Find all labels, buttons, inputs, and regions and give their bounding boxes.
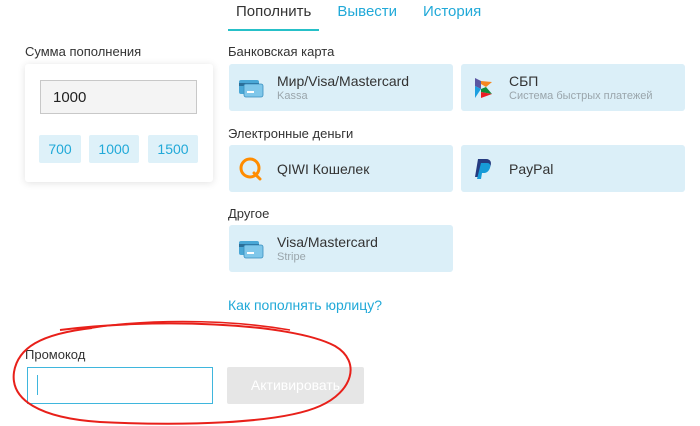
preset-1500-button[interactable]: 1500 <box>148 135 198 163</box>
preset-1000-button[interactable]: 1000 <box>89 135 139 163</box>
tab-bar: Пополнить Вывести История <box>228 0 489 32</box>
tab-withdraw[interactable]: Вывести <box>329 0 405 24</box>
method-paypal[interactable]: PayPal <box>461 145 685 192</box>
method-subtitle: Kassa <box>277 90 308 102</box>
amount-input[interactable] <box>40 80 197 114</box>
sbp-icon <box>470 75 496 101</box>
method-title: PayPal <box>509 161 554 177</box>
preset-700-button[interactable]: 700 <box>39 135 81 163</box>
method-qiwi[interactable]: QIWI Кошелек <box>229 145 453 192</box>
method-mir-visa-mastercard[interactable]: Мир/Visa/Mastercard Kassa <box>229 64 453 111</box>
activate-button[interactable]: Активировать <box>227 367 364 404</box>
method-title: QIWI Кошелек <box>277 161 370 177</box>
method-title: СБП <box>509 73 539 89</box>
qiwi-icon <box>238 156 264 182</box>
amount-card: 700 1000 1500 <box>25 64 213 182</box>
text-caret <box>37 375 38 395</box>
legal-entity-link[interactable]: Как пополнять юрлицу? <box>228 297 382 313</box>
group-label-emoney: Электронные деньги <box>228 126 354 141</box>
group-label-other: Другое <box>228 206 270 221</box>
tab-history[interactable]: История <box>415 0 489 24</box>
group-label-bank-card: Банковская карта <box>228 44 335 59</box>
method-title: Visa/Mastercard <box>277 234 378 250</box>
card-icon <box>238 75 264 101</box>
paypal-icon <box>470 156 496 182</box>
promo-label: Промокод <box>25 347 86 362</box>
amount-label: Сумма пополнения <box>25 44 142 59</box>
method-stripe[interactable]: Visa/Mastercard Stripe <box>229 225 453 272</box>
method-subtitle: Stripe <box>277 251 306 263</box>
promo-input[interactable] <box>27 367 213 404</box>
tab-deposit[interactable]: Пополнить <box>228 0 320 31</box>
method-sbp[interactable]: СБП Система быстрых платежей <box>461 64 685 111</box>
method-subtitle: Система быстрых платежей <box>509 90 653 102</box>
card-icon <box>238 236 264 262</box>
method-title: Мир/Visa/Mastercard <box>277 73 410 89</box>
